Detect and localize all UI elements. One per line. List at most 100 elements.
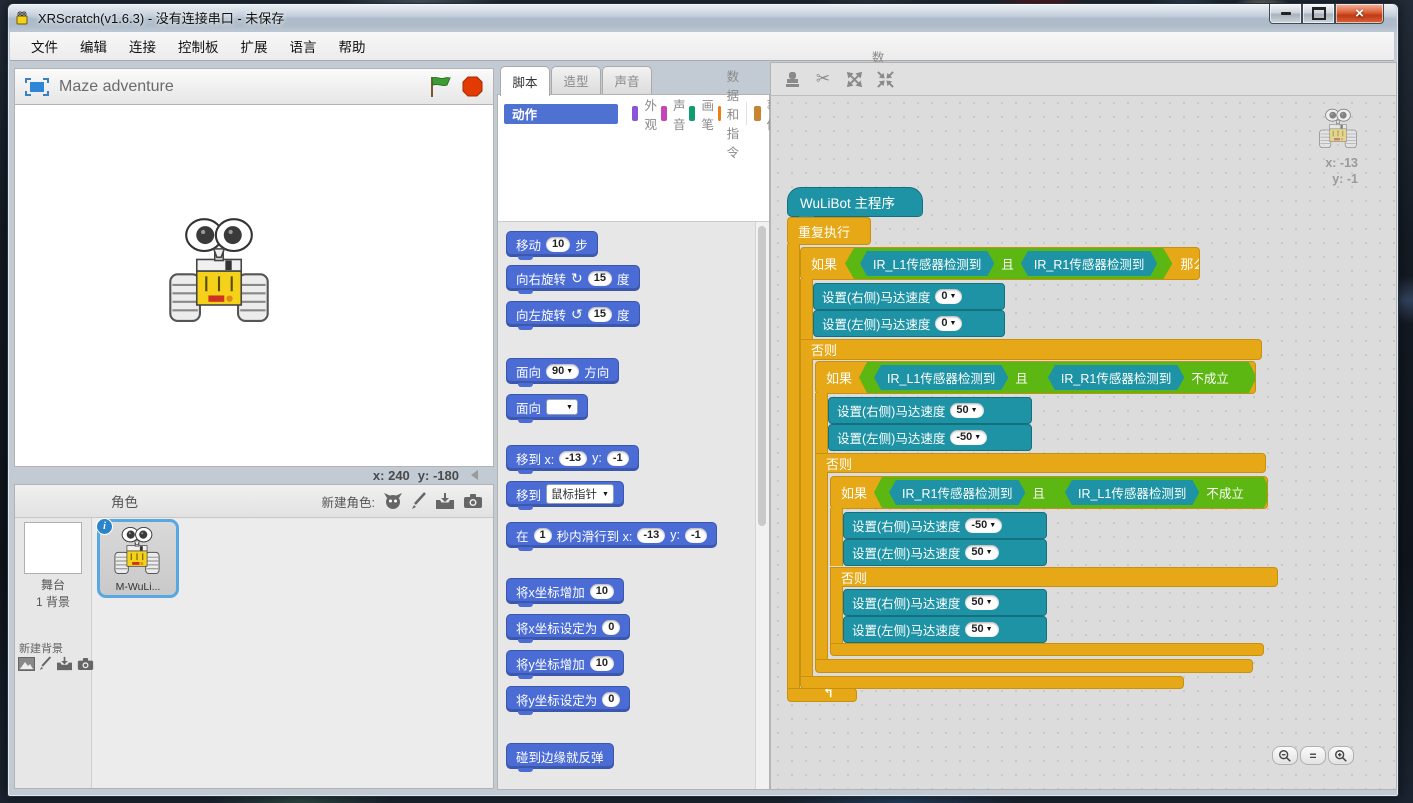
sprite-list-item[interactable]: i M-WuLi... — [97, 519, 179, 598]
project-name[interactable]: Maze adventure — [59, 78, 418, 96]
zoom-in-button[interactable] — [1328, 746, 1354, 765]
set-x-block[interactable]: 将x坐标设定为0 — [506, 614, 630, 640]
speed-dropdown[interactable]: -50▼ — [950, 430, 987, 445]
new-backdrop-label: 新建背景 — [19, 640, 63, 656]
category-sound[interactable]: 声音 — [661, 102, 690, 125]
stamp-icon[interactable] — [781, 68, 803, 90]
robot-sprite[interactable] — [166, 215, 272, 323]
menu-board[interactable]: 控制板 — [167, 32, 230, 60]
category-motion[interactable]: 动作 — [504, 102, 632, 125]
point-towards-block[interactable]: 面向 ▼ — [506, 394, 588, 420]
backdrop-library-icon[interactable] — [18, 657, 35, 671]
point-direction-block[interactable]: 面向 90▼ 方向 — [506, 358, 619, 384]
paint-backdrop-icon[interactable] — [39, 656, 52, 671]
dropdown-arrow-icon: ▼ — [986, 623, 993, 636]
category-looks[interactable]: 外观 — [632, 102, 661, 125]
mouse-coordinates: x: 240 y: -180 — [14, 467, 494, 483]
and-block[interactable]: IR_L1传感器检测到 且 IR_R1传感器检测到 不成立 — [859, 361, 1256, 394]
menu-file[interactable]: 文件 — [20, 32, 69, 60]
turn-right-block[interactable]: 向右旋转↻ 15度 — [506, 265, 640, 291]
change-y-block[interactable]: 将y坐标增加10 — [506, 650, 624, 676]
goto-mouse-block[interactable]: 移到 鼠标指针▼ — [506, 481, 624, 507]
stage-canvas[interactable] — [14, 104, 494, 467]
menu-edit[interactable]: 编辑 — [69, 32, 118, 60]
ir-l1-sensor-reporter[interactable]: IR_L1传感器检测到 — [860, 251, 994, 276]
stage-thumbnail[interactable] — [24, 522, 82, 574]
change-x-block[interactable]: 将x坐标增加10 — [506, 578, 624, 604]
scripts-pane[interactable]: ✂ x: -13 y: -1 WuLiBot 主程序 重复执行 ↰ — [770, 62, 1397, 790]
ir-r1-sensor-reporter[interactable]: IR_R1传感器检测到 — [889, 480, 1025, 505]
if3-end-bar — [830, 643, 1264, 656]
shrink-sprite-icon[interactable] — [874, 68, 896, 90]
set-right-motor-block[interactable]: 设置(右侧)马达速度 0▼ — [813, 283, 1005, 310]
set-left-motor-block[interactable]: 设置(左侧)马达速度 0▼ — [813, 310, 1005, 337]
set-y-block[interactable]: 将y坐标设定为0 — [506, 686, 630, 712]
speed-dropdown[interactable]: 50▼ — [965, 622, 998, 637]
collapse-stage-arrow-icon[interactable] — [471, 470, 478, 480]
set-right-motor-block[interactable]: 设置(右侧)马达速度 -50▼ — [843, 512, 1047, 539]
upload-sprite-icon[interactable] — [435, 492, 455, 510]
close-button[interactable]: × — [1335, 4, 1384, 24]
tab-scripts[interactable]: 脚本 — [500, 66, 550, 96]
and-block[interactable]: IR_R1传感器检测到 且 IR_L1传感器检测到 不成立 — [874, 476, 1268, 509]
speed-dropdown[interactable]: 50▼ — [965, 545, 998, 560]
upload-backdrop-icon[interactable] — [56, 656, 73, 671]
tab-sounds[interactable]: 声音 — [602, 66, 652, 94]
bounce-on-edge-block[interactable]: 碰到边缘就反弹 — [506, 743, 614, 769]
menu-language[interactable]: 语言 — [279, 32, 328, 60]
paint-new-sprite-icon[interactable] — [411, 492, 427, 510]
speed-dropdown[interactable]: -50▼ — [965, 518, 1002, 533]
ir-l1-sensor-reporter[interactable]: IR_L1传感器检测到 — [1065, 480, 1199, 505]
dropdown-arrow-icon: ▼ — [949, 290, 956, 303]
move-steps-block[interactable]: 移动10步 — [506, 231, 598, 257]
wulibot-main-hat-block[interactable]: WuLiBot 主程序 — [787, 187, 923, 217]
camera-sprite-icon[interactable] — [463, 493, 483, 509]
ir-r1-sensor-reporter[interactable]: IR_R1传感器检测到 — [1021, 251, 1157, 276]
if-block-1[interactable]: 如果 IR_L1传感器检测到 且 IR_R1传感器检测到 那么 — [800, 247, 1200, 280]
target-dropdown[interactable]: ▼ — [546, 399, 578, 415]
category-data[interactable]: 数据和指令 — [718, 102, 747, 125]
ir-r1-sensor-reporter[interactable]: IR_R1传感器检测到 — [1048, 365, 1184, 390]
green-flag-icon[interactable] — [428, 76, 452, 98]
glide-block[interactable]: 在1 秒内滑行到 x:-13 y:-1 — [506, 522, 717, 548]
category-pen[interactable]: 画笔 — [689, 102, 718, 125]
if-block-2[interactable]: 如果 IR_L1传感器检测到 且 IR_R1传感器检测到 不成立 那么 — [815, 361, 1256, 394]
tab-costumes[interactable]: 造型 — [551, 66, 601, 94]
zoom-out-button[interactable] — [1272, 746, 1298, 765]
speed-dropdown[interactable]: 50▼ — [950, 403, 983, 418]
stop-icon[interactable] — [462, 76, 483, 97]
and-block[interactable]: IR_L1传感器检测到 且 IR_R1传感器检测到 — [845, 248, 1172, 279]
set-left-motor-block[interactable]: 设置(左侧)马达速度 50▼ — [843, 539, 1047, 566]
target-dropdown[interactable]: 鼠标指针▼ — [546, 484, 614, 504]
scissors-icon[interactable]: ✂ — [812, 68, 834, 90]
palette-scrollbar[interactable] — [755, 222, 769, 789]
not-block[interactable]: IR_R1传感器检测到 不成立 — [1035, 363, 1242, 392]
sprite-info-icon[interactable]: i — [96, 518, 113, 535]
minimize-button[interactable] — [1269, 4, 1302, 24]
title-bar[interactable]: XRScratch(v1.6.3) - 没有连接串口 - 未保存 × — [8, 4, 1396, 31]
ir-l1-sensor-reporter[interactable]: IR_L1传感器检测到 — [874, 365, 1008, 390]
set-right-motor-block[interactable]: 设置(右侧)马达速度 50▼ — [843, 589, 1047, 616]
maximize-button[interactable] — [1302, 4, 1335, 24]
menu-connect[interactable]: 连接 — [118, 32, 167, 60]
scrollbar-thumb[interactable] — [758, 226, 766, 526]
goto-xy-block[interactable]: 移到 x:-13 y:-1 — [506, 445, 639, 471]
fullscreen-icon[interactable] — [25, 78, 49, 96]
set-right-motor-block[interactable]: 设置(右侧)马达速度 50▼ — [828, 397, 1032, 424]
turn-left-block[interactable]: 向左旋转↺ 15度 — [506, 301, 640, 327]
set-left-motor-block[interactable]: 设置(左侧)马达速度 -50▼ — [828, 424, 1032, 451]
repeat-forever-block[interactable]: 重复执行 — [787, 217, 871, 245]
if-block-3[interactable]: 如果 IR_R1传感器检测到 且 IR_L1传感器检测到 不成立 那么 — [830, 476, 1268, 509]
set-left-motor-block[interactable]: 设置(左侧)马达速度 50▼ — [843, 616, 1047, 643]
new-sprite-library-icon[interactable] — [383, 492, 403, 510]
camera-backdrop-icon[interactable] — [77, 657, 94, 671]
menu-help[interactable]: 帮助 — [328, 32, 377, 60]
speed-dropdown[interactable]: 50▼ — [965, 595, 998, 610]
not-block[interactable]: IR_L1传感器检测到 不成立 — [1052, 478, 1257, 507]
speed-dropdown[interactable]: 0▼ — [935, 316, 962, 331]
speed-dropdown[interactable]: 0▼ — [935, 289, 962, 304]
and-label: 且 — [1015, 368, 1028, 387]
menu-extensions[interactable]: 扩展 — [230, 32, 279, 60]
grow-sprite-icon[interactable] — [843, 68, 865, 90]
zoom-reset-button[interactable]: = — [1300, 746, 1326, 765]
